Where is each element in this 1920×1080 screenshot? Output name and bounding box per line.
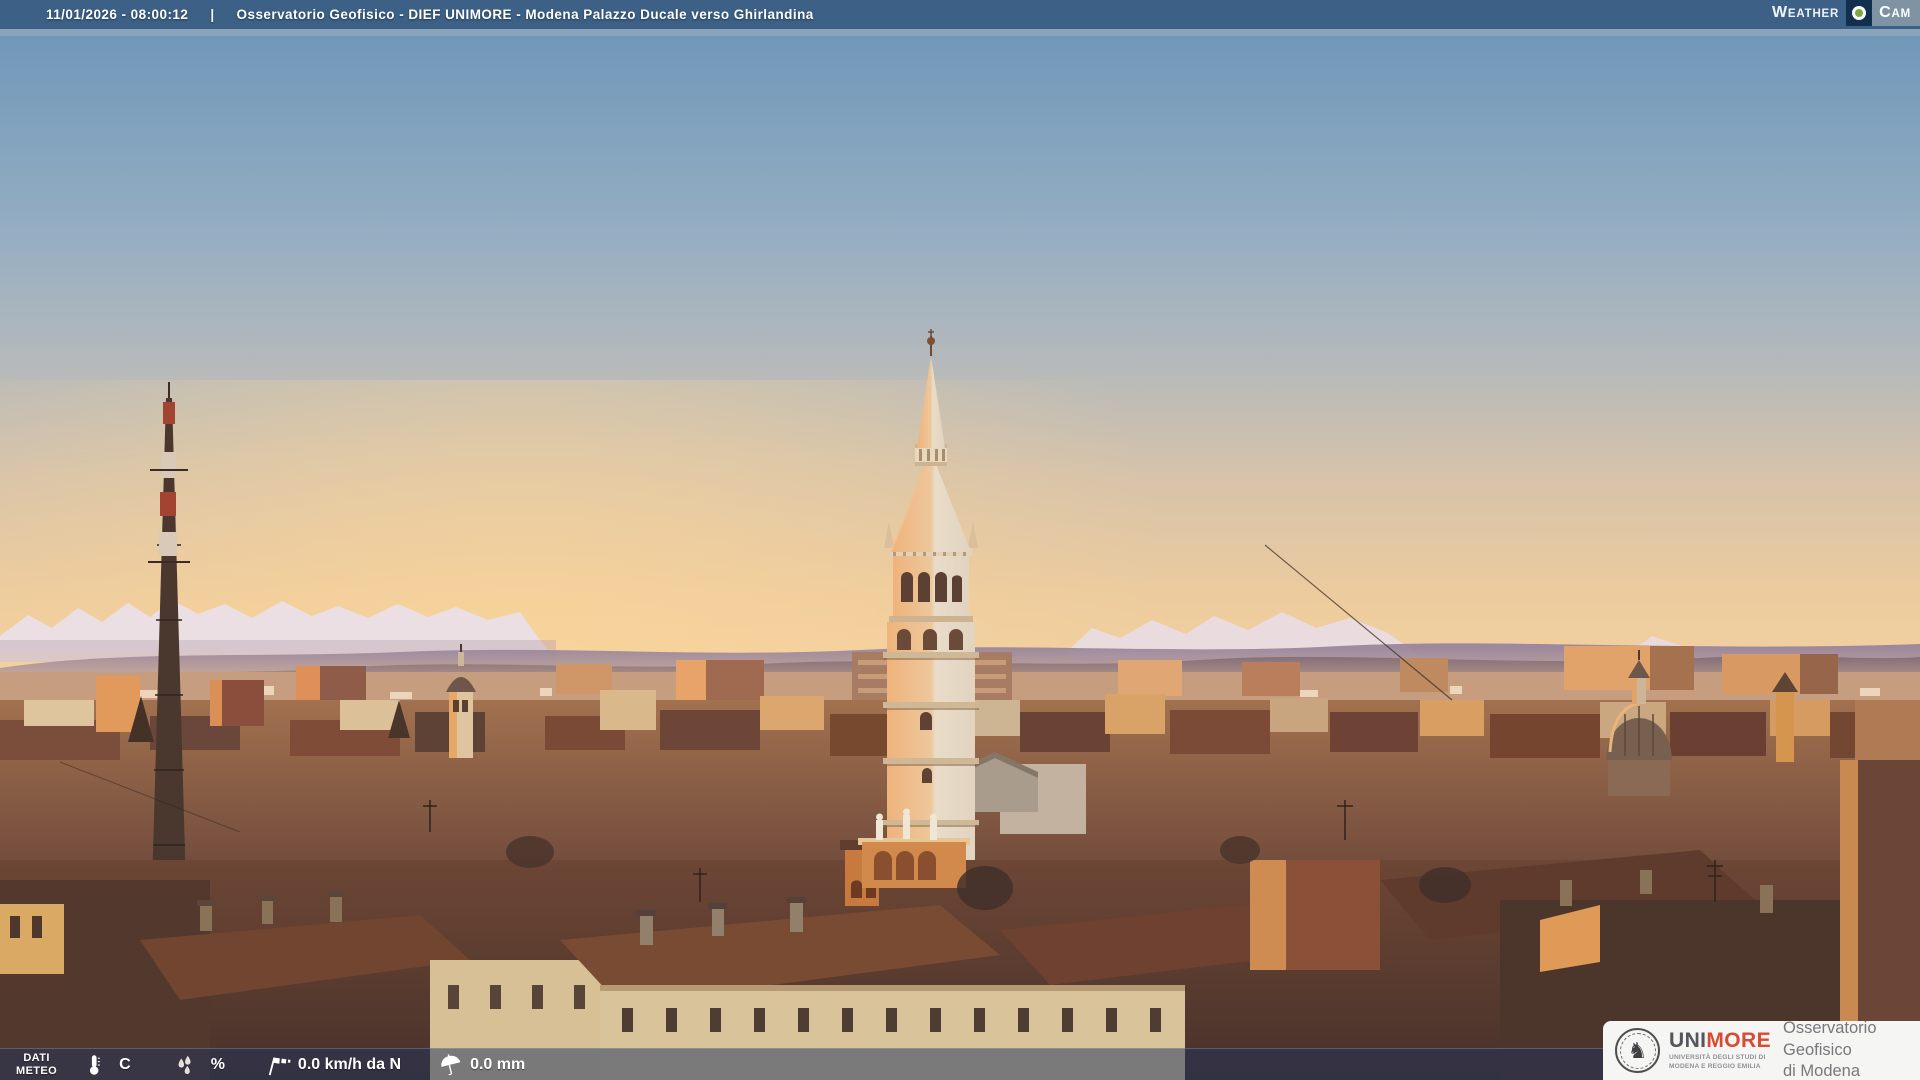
- rain-reading: 0.0 mm: [439, 1053, 525, 1077]
- title-bar: 11/01/2026 - 08:00:12 | Osservatorio Geo…: [0, 0, 1920, 29]
- title-bar-stripe: [0, 29, 1920, 36]
- weathercam-cam-label: CAM: [1872, 0, 1920, 26]
- windsock-icon: [265, 1053, 291, 1077]
- knight-seal-icon: ♞: [1615, 1028, 1660, 1073]
- wind-value: 0.0 km/h da N: [298, 1056, 401, 1074]
- webcam-photo: [0, 0, 1920, 1080]
- title-separator: |: [210, 7, 214, 22]
- page-title: Osservatorio Geofisico - DIEF UNIMORE - …: [237, 7, 814, 22]
- temperature-unit: C: [119, 1056, 131, 1074]
- droplets-icon: [173, 1053, 197, 1077]
- temperature-reading: C: [83, 1053, 131, 1077]
- weathercam-logo[interactable]: WEATHER CAM: [1760, 0, 1920, 26]
- webcam-page: 11/01/2026 - 08:00:12 | Osservatorio Geo…: [0, 0, 1920, 1080]
- rain-value: 0.0 mm: [470, 1056, 525, 1074]
- thermometer-icon: [83, 1053, 105, 1077]
- unimore-wordmark: UNIMORE UNIVERSITÀ DEGLI STUDI DI MODENA…: [1669, 1030, 1771, 1072]
- humidity-reading: %: [173, 1053, 225, 1077]
- unimore-logo-panel[interactable]: ♞ UNIMORE UNIVERSITÀ DEGLI STUDI DI MODE…: [1603, 1021, 1920, 1080]
- wind-reading: 0.0 km/h da N: [265, 1053, 401, 1077]
- observatory-name: Osservatorio Geofisico di Modena: [1783, 1018, 1912, 1080]
- camera-lens-icon: [1846, 0, 1872, 26]
- humidity-unit: %: [211, 1056, 225, 1074]
- weathercam-weather-label: WEATHER: [1760, 0, 1846, 26]
- timestamp: 11/01/2026 - 08:00:12: [46, 7, 188, 22]
- dati-meteo-label: DATI METEO: [16, 1052, 57, 1077]
- umbrella-icon: [439, 1053, 463, 1077]
